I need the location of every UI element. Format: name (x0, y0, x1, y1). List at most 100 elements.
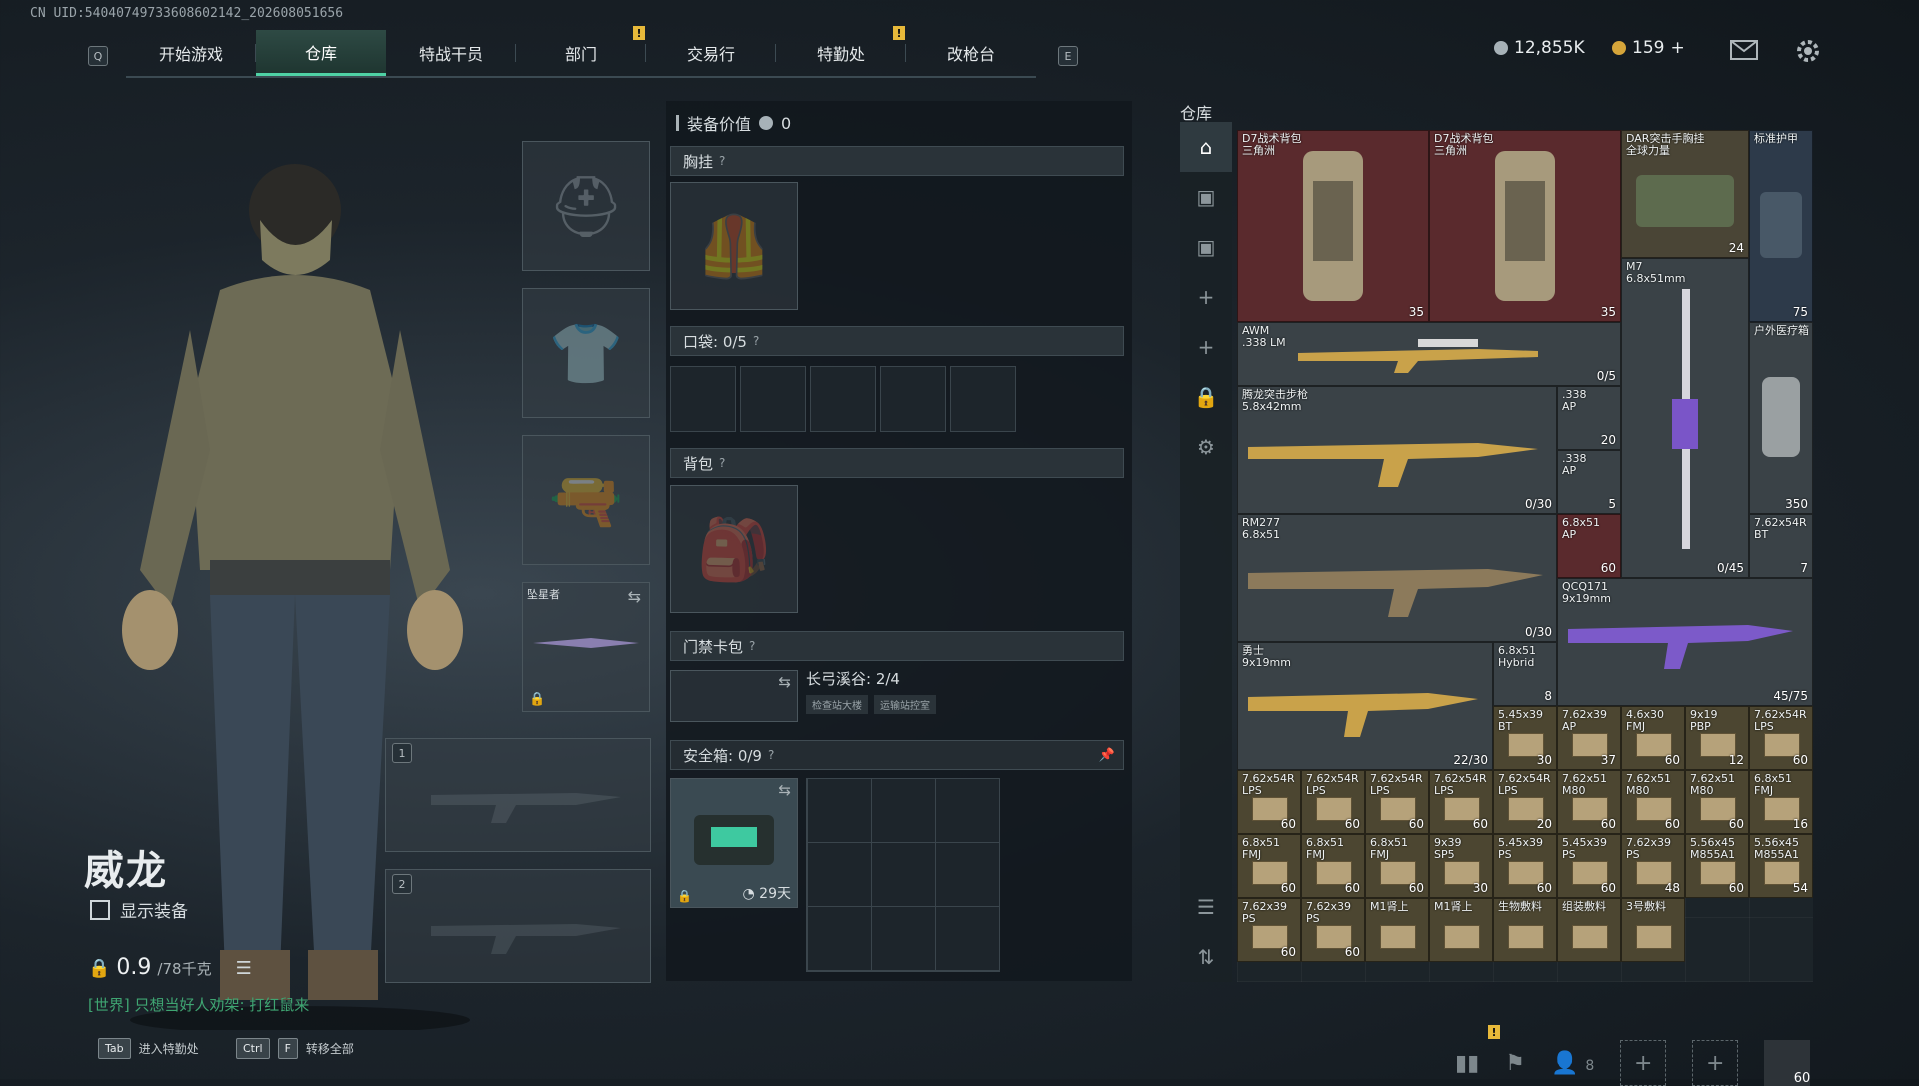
chest-rig-slot[interactable]: 🦺 (670, 182, 798, 310)
tab-warehouse[interactable]: 仓库 (256, 30, 386, 76)
rifle-item[interactable]: M7 6.8x51mm 0/45 (1621, 258, 1749, 578)
warehouse-tab-3[interactable]: ▣ (1180, 222, 1232, 272)
chest-rig-item[interactable]: DAR突击手胸挂 全球力量 24 (1621, 130, 1749, 258)
ammo-item[interactable]: 4.6x30 FMJ 60 (1621, 706, 1685, 770)
add-tab-button[interactable]: + (1180, 322, 1232, 372)
swap-icon[interactable]: ⇆ (778, 673, 791, 691)
ammo-item[interactable]: 6.8x51 FMJ 16 (1749, 770, 1813, 834)
ammo-item[interactable]: 生物敷料 (1493, 898, 1557, 962)
help-icon[interactable]: ? (768, 748, 774, 762)
ammo-item[interactable]: 7.62x39 PS 48 (1621, 834, 1685, 898)
backpack-slot[interactable]: 🎒 (670, 485, 798, 613)
primary-weapon-slot-2[interactable]: 2 (385, 869, 651, 983)
ammo-item[interactable]: 7.62x51 M80 60 (1621, 770, 1685, 834)
warehouse-settings[interactable]: ⚙ (1180, 422, 1232, 472)
ammo-item[interactable]: 9x19 PBP 12 (1685, 706, 1749, 770)
pistol-slot[interactable]: 🔫 (522, 435, 650, 565)
pocket-slot[interactable] (670, 366, 736, 432)
melee-slot[interactable]: 坠星者 ⇆ 🔒 (522, 582, 650, 712)
ammo-item[interactable]: 7.62x54R BT 7 (1749, 514, 1813, 578)
ammo-item[interactable]: M1肾上 (1429, 898, 1493, 962)
ammo-item[interactable]: 7.62x51 M80 60 (1557, 770, 1621, 834)
ammo-item[interactable]: 7.62x39 PS 60 (1237, 898, 1301, 962)
locked-tab[interactable]: 🔒 (1180, 372, 1232, 422)
ammo-item[interactable]: 7.62x54R LPS 60 (1749, 706, 1813, 770)
add-tab-button[interactable]: + (1180, 272, 1232, 322)
invite-button[interactable]: + (1692, 1040, 1739, 1086)
flag-icon[interactable]: ⚑ (1505, 1051, 1525, 1076)
transfer-all-hint[interactable]: Ctrl F 转移全部 (236, 1038, 354, 1059)
ammo-item[interactable]: 7.62x54R LPS 60 (1237, 770, 1301, 834)
ammo-item[interactable]: 6.8x51 AP 60 (1557, 514, 1621, 578)
party-icon[interactable]: 👤 8 (1551, 1051, 1594, 1076)
warehouse-tab-2[interactable]: ▣ (1180, 172, 1232, 222)
player-avatar[interactable]: 60 (1764, 1040, 1811, 1086)
help-icon[interactable]: ? (749, 639, 755, 653)
ammo-item[interactable]: 6.8x51 FMJ 60 (1237, 834, 1301, 898)
show-equipment-checkbox[interactable] (90, 899, 110, 920)
tab-department[interactable]: 部门 (516, 30, 646, 76)
ammo-item[interactable]: 9x39 SP5 30 (1429, 834, 1493, 898)
ammo-item[interactable]: 7.62x54R LPS 60 (1301, 770, 1365, 834)
stats-icon[interactable]: ▮▮ (1455, 1051, 1479, 1076)
stack-button[interactable]: ☰ (1180, 882, 1232, 932)
ammo-item[interactable]: 6.8x51 Hybrid 8 (1493, 642, 1557, 706)
backpack-item[interactable]: D7战术背包 三角洲 35 (1429, 130, 1621, 322)
tab-start-game[interactable]: 开始游戏 (126, 30, 256, 76)
enter-special-ops-hint[interactable]: Tab 进入特勤处 (98, 1038, 199, 1059)
rifle-item[interactable]: RM277 6.8x51 0/30 (1237, 514, 1557, 642)
pin-icon[interactable]: 📌 (1099, 748, 1115, 763)
add-currency-button[interactable]: + (1670, 38, 1684, 58)
tab-market[interactable]: 交易行 (646, 30, 776, 76)
tab-operators[interactable]: 特战干员 (386, 30, 516, 76)
ammo-item[interactable]: 5.45x39 PS 60 (1493, 834, 1557, 898)
smg-item[interactable]: QCQ171 9x19mm 45/75 (1557, 578, 1813, 706)
help-icon[interactable]: ? (753, 334, 759, 348)
pocket-slot[interactable] (810, 366, 876, 432)
ammo-item[interactable]: 7.62x54R LPS 60 (1429, 770, 1493, 834)
ammo-item[interactable]: .338 AP 5 (1557, 450, 1621, 514)
ammo-item[interactable]: 7.62x54R LPS 20 (1493, 770, 1557, 834)
ammo-item[interactable]: 5.45x39 BT 30 (1493, 706, 1557, 770)
medkit-item[interactable]: 户外医疗箱 350 (1749, 322, 1813, 514)
world-chat-message[interactable]: [世界] 只想当好人劝架: 打红鼠来 (88, 994, 309, 1015)
tab-gunsmith[interactable]: 改枪台 (906, 30, 1036, 76)
primary-weapon-slot-1[interactable]: 1 (385, 738, 651, 852)
backpack-item[interactable]: D7战术背包 三角洲 35 (1237, 130, 1429, 322)
ammo-item[interactable]: 7.62x39 PS 60 (1301, 898, 1365, 962)
ammo-item[interactable]: 3号敷料 (1621, 898, 1685, 962)
safe-box-slot[interactable]: ⇆ 🔒 ◔ 29天 (670, 778, 798, 908)
pocket-slot[interactable] (880, 366, 946, 432)
pocket-slot[interactable] (950, 366, 1016, 432)
silver-currency[interactable]: 12,855K (1494, 38, 1585, 58)
warehouse-grid[interactable]: D7战术背包 三角洲 35 D7战术背包 三角洲 35 DAR突击手胸挂 全球力… (1237, 130, 1813, 982)
ammo-item[interactable]: 组装敷料 (1557, 898, 1621, 962)
assault-rifle-item[interactable]: 腾龙突击步枪 5.8x42mm 0/30 (1237, 386, 1557, 514)
mail-icon[interactable] (1730, 40, 1758, 60)
swap-icon[interactable]: ⇆ (778, 781, 791, 799)
swap-icon[interactable]: ⇆ (628, 587, 641, 606)
tab-special-ops[interactable]: 特勤处 (776, 30, 906, 76)
armor-slot[interactable]: 👕 (522, 288, 650, 418)
smg-item[interactable]: 勇士 9x19mm 22/30 (1237, 642, 1493, 770)
ammo-item[interactable]: 5.56x45 M855A1 54 (1749, 834, 1813, 898)
ammo-item[interactable]: 5.56x45 M855A1 60 (1685, 834, 1749, 898)
ammo-item[interactable]: 7.62x39 AP 37 (1557, 706, 1621, 770)
helmet-slot[interactable]: ⛑ (522, 141, 650, 271)
armor-item[interactable]: 标准护甲 75 (1749, 130, 1813, 322)
list-icon[interactable]: ☰ (236, 958, 252, 979)
gear-icon[interactable] (1795, 38, 1821, 64)
ammo-item[interactable]: 5.45x39 PS 60 (1557, 834, 1621, 898)
invite-button[interactable]: + (1620, 1040, 1667, 1086)
sniper-rifle-item[interactable]: AWM .338 LM 0/5 (1237, 322, 1621, 386)
help-icon[interactable]: ? (719, 154, 725, 168)
show-equipment-toggle[interactable]: 显示装备 (90, 897, 188, 922)
gold-currency[interactable]: 159 + (1612, 38, 1685, 58)
keycard-slot[interactable]: ⇆ (670, 670, 798, 722)
ammo-item[interactable]: 6.8x51 FMJ 60 (1365, 834, 1429, 898)
ammo-item[interactable]: M1肾上 (1365, 898, 1429, 962)
ammo-item[interactable]: 7.62x51 M80 60 (1685, 770, 1749, 834)
sort-button[interactable]: ⇅ (1180, 932, 1232, 982)
pocket-slot[interactable] (740, 366, 806, 432)
warehouse-tab-all[interactable]: ⌂ (1180, 122, 1232, 172)
